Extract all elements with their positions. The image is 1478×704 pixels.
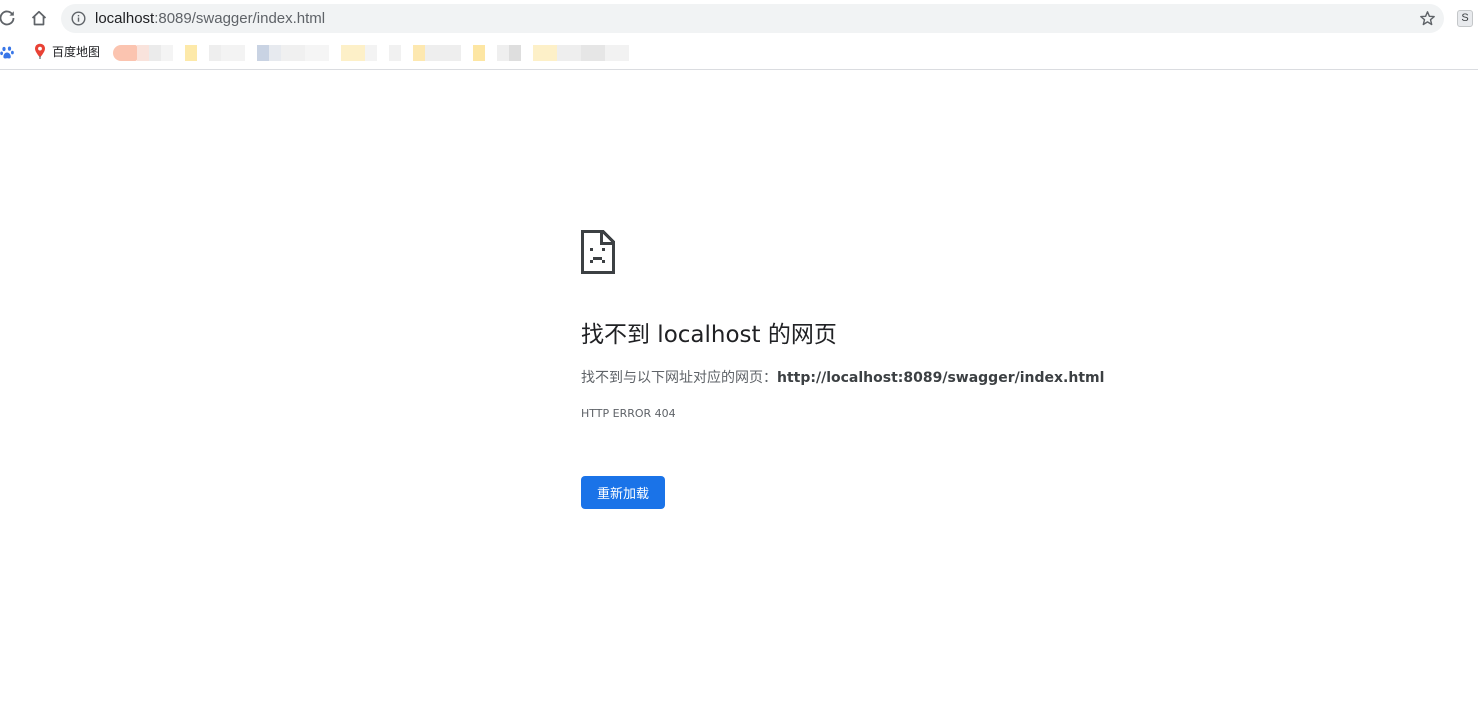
error-code: HTTP ERROR 404: [581, 407, 676, 420]
sad-document-icon: [581, 230, 615, 274]
reload-icon[interactable]: [0, 7, 18, 29]
info-icon[interactable]: [71, 11, 86, 26]
description-text: 找不到与以下网址对应的网页：: [581, 370, 777, 386]
bookmark-baidu-map[interactable]: 百度地图: [34, 42, 100, 60]
url-path: :8089/swagger/index.html: [154, 10, 326, 27]
blurred-bookmark-folder[interactable]: [185, 45, 245, 61]
bookmark-label: 百度地图: [52, 44, 101, 59]
description-url: http://localhost:8089/swagger/index.html: [777, 370, 1105, 386]
blurred-bookmark[interactable]: [113, 45, 173, 61]
apps-paw-icon[interactable]: [0, 43, 15, 61]
blurred-bookmark[interactable]: [257, 45, 329, 61]
error-description: 找不到与以下网址对应的网页：http://localhost:8089/swag…: [581, 369, 1104, 387]
extension-icon[interactable]: S: [1457, 10, 1473, 27]
reload-button[interactable]: 重新加载: [581, 476, 665, 509]
page-title: 找不到 localhost 的网页: [581, 322, 837, 348]
home-icon[interactable]: [28, 7, 50, 29]
blurred-bookmark-folder[interactable]: [533, 45, 629, 61]
blurred-bookmark-folder[interactable]: [473, 45, 521, 61]
url-host: localhost: [95, 10, 155, 27]
map-pin-icon: [35, 43, 45, 59]
browser-toolbar: localhost:8089/swagger/index.html S: [0, 0, 1478, 36]
url-text[interactable]: localhost:8089/swagger/index.html: [95, 10, 325, 27]
bookmark-star-icon[interactable]: [1419, 10, 1436, 27]
address-bar[interactable]: localhost:8089/swagger/index.html: [61, 4, 1444, 33]
blurred-bookmark-folder[interactable]: [341, 45, 461, 61]
